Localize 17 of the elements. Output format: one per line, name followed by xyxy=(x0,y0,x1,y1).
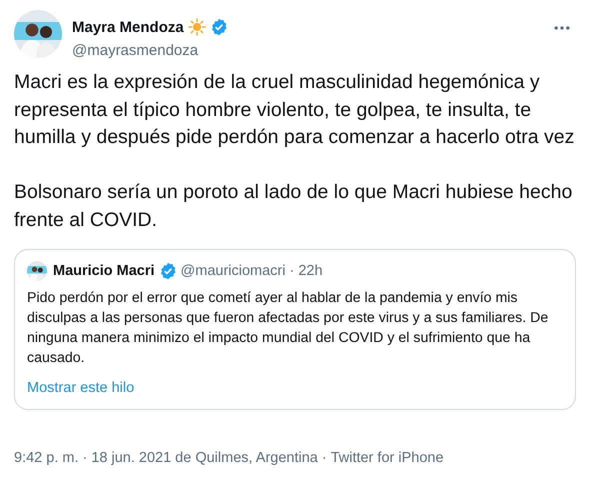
tweet-time[interactable]: 9:42 p. m. xyxy=(14,450,78,466)
quoted-tweet-card[interactable] xyxy=(14,248,576,410)
separator-dot: · xyxy=(322,450,327,466)
show-thread-link[interactable]: Mostrar este hilo xyxy=(27,380,134,396)
tweet-date-location: 18 jun. 2021 de Quilmes, Argentina xyxy=(91,450,318,466)
quoted-author-name: Mauricio Macri xyxy=(53,262,155,279)
quoted-author-handle: @mauriciomacri xyxy=(180,262,286,279)
tweet-text: Bolsonaro sería un poroto al lado de lo que Macri hubiese hecho frente al COVID. xyxy=(14,180,574,233)
tweet-source: Twitter for iPhone xyxy=(330,450,444,466)
sun-icon xyxy=(188,18,206,36)
author-handle: @mayrasmendoza xyxy=(72,42,200,59)
separator-dot: · xyxy=(290,262,294,279)
tweet-text: Macri es la expresión de la cruel masculinidad hegemónica y representa el típico hombre violento, te golpea, te insulta, te humilla y después pide perdón para comenzar a hacerlo otra vez xyxy=(14,70,576,150)
quoted-tweet-text: Pido perdón por el error que cometí ayer al hablar de la pandemia y envío mis disculpas a las personas que fueron afectadas por este virus y a sus familiares. De ninguna manera minimizo el impacto mundial del COVID y el sufrimiento que ha causado. xyxy=(27,288,550,368)
author-name: Mayra Mendoza xyxy=(72,18,184,36)
separator-dot: · xyxy=(82,450,88,466)
timestamp: 22h xyxy=(298,262,323,279)
